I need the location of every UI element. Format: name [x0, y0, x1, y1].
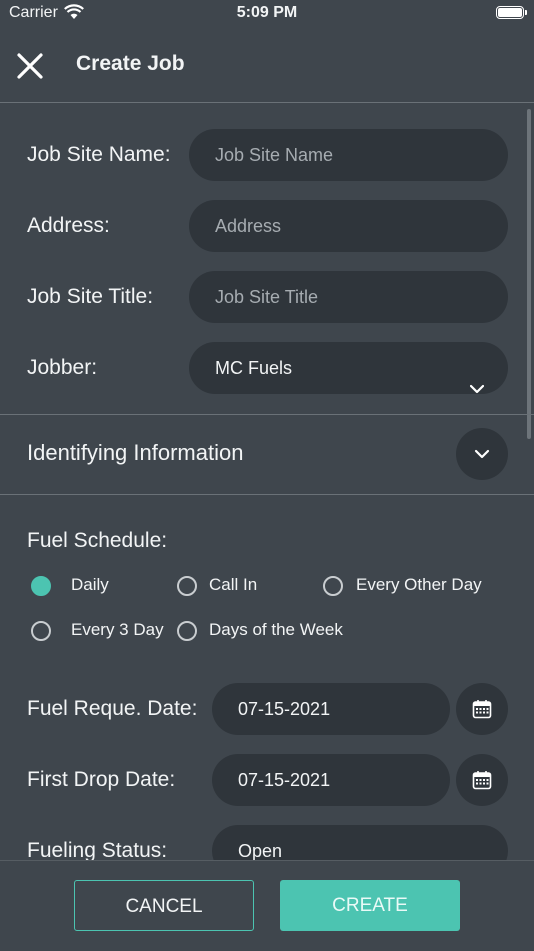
chevron-down-icon — [474, 449, 490, 459]
address-label: Address: — [27, 214, 110, 237]
radio-dot — [31, 621, 51, 641]
address-row: Address: Address — [0, 200, 534, 252]
radio-label: Days of the Week — [209, 620, 343, 639]
clock: 5:09 PM — [236, 4, 298, 21]
fueling-status-label: Fueling Status: — [27, 839, 168, 860]
chevron-down-icon — [470, 845, 484, 860]
fueling-status-row: Fueling Status: Open — [0, 825, 534, 860]
identifying-information-title: Identifying Information — [27, 440, 244, 465]
status-bar: Carrier 5:09 PM — [0, 0, 534, 30]
fueling-status-select[interactable]: Open — [212, 825, 508, 860]
cancel-button[interactable]: CANCEL — [74, 880, 254, 931]
fuel-request-date-row: Fuel Reque. Date: 07-15-2021 — [0, 683, 534, 735]
fuel-request-date-calendar-button[interactable] — [456, 683, 508, 735]
first-drop-date-row: First Drop Date: 07-15-2021 — [0, 754, 534, 806]
radio-dot — [177, 576, 197, 596]
jobber-select[interactable]: MC Fuels — [189, 342, 508, 394]
close-icon[interactable] — [14, 50, 46, 82]
battery-icon — [496, 6, 524, 19]
battery-tip — [525, 10, 527, 15]
fuel-schedule-label: Fuel Schedule: — [27, 529, 168, 552]
radio-label: Every Other Day — [356, 575, 482, 594]
header: Create Job — [0, 30, 534, 103]
job-site-name-input[interactable]: Job Site Name — [189, 129, 508, 181]
page-title: Create Job — [76, 52, 185, 75]
job-site-title-row: Job Site Title: Job Site Title — [0, 271, 534, 323]
radio-dot-selected — [31, 576, 51, 596]
job-site-name-row: Job Site Name: Job Site Name — [0, 129, 534, 181]
job-site-title-label: Job Site Title: — [27, 285, 154, 308]
fueling-status-value: Open — [238, 841, 283, 860]
form-scroll-area[interactable]: Job Site Name: Job Site Name Address: Ad… — [0, 103, 534, 860]
first-drop-date-label: First Drop Date: — [27, 768, 176, 791]
divider — [0, 414, 534, 415]
fuel-request-date-label: Fuel Reque. Date: — [27, 697, 198, 720]
jobber-value: MC Fuels — [215, 358, 293, 378]
divider — [0, 494, 534, 495]
calendar-icon — [472, 700, 492, 719]
job-site-title-input[interactable]: Job Site Title — [189, 271, 508, 323]
jobber-label: Jobber: — [27, 356, 98, 379]
calendar-icon — [472, 771, 492, 790]
radio-dot — [323, 576, 343, 596]
identifying-information-toggle[interactable] — [456, 428, 508, 480]
radio-label: Daily — [71, 575, 109, 594]
footer: CANCEL CREATE — [0, 860, 534, 951]
jobber-row: Jobber: MC Fuels — [0, 342, 534, 394]
create-button[interactable]: CREATE — [280, 880, 460, 931]
chevron-down-icon — [469, 362, 485, 414]
radio-dot — [177, 621, 197, 641]
first-drop-date-calendar-button[interactable] — [456, 754, 508, 806]
radio-label: Call In — [209, 575, 258, 594]
first-drop-date-input[interactable]: 07-15-2021 — [212, 754, 450, 806]
job-site-name-label: Job Site Name: — [27, 143, 171, 166]
radio-label: Every 3 Day — [71, 620, 164, 639]
fuel-request-date-input[interactable]: 07-15-2021 — [212, 683, 450, 735]
address-input[interactable]: Address — [189, 200, 508, 252]
